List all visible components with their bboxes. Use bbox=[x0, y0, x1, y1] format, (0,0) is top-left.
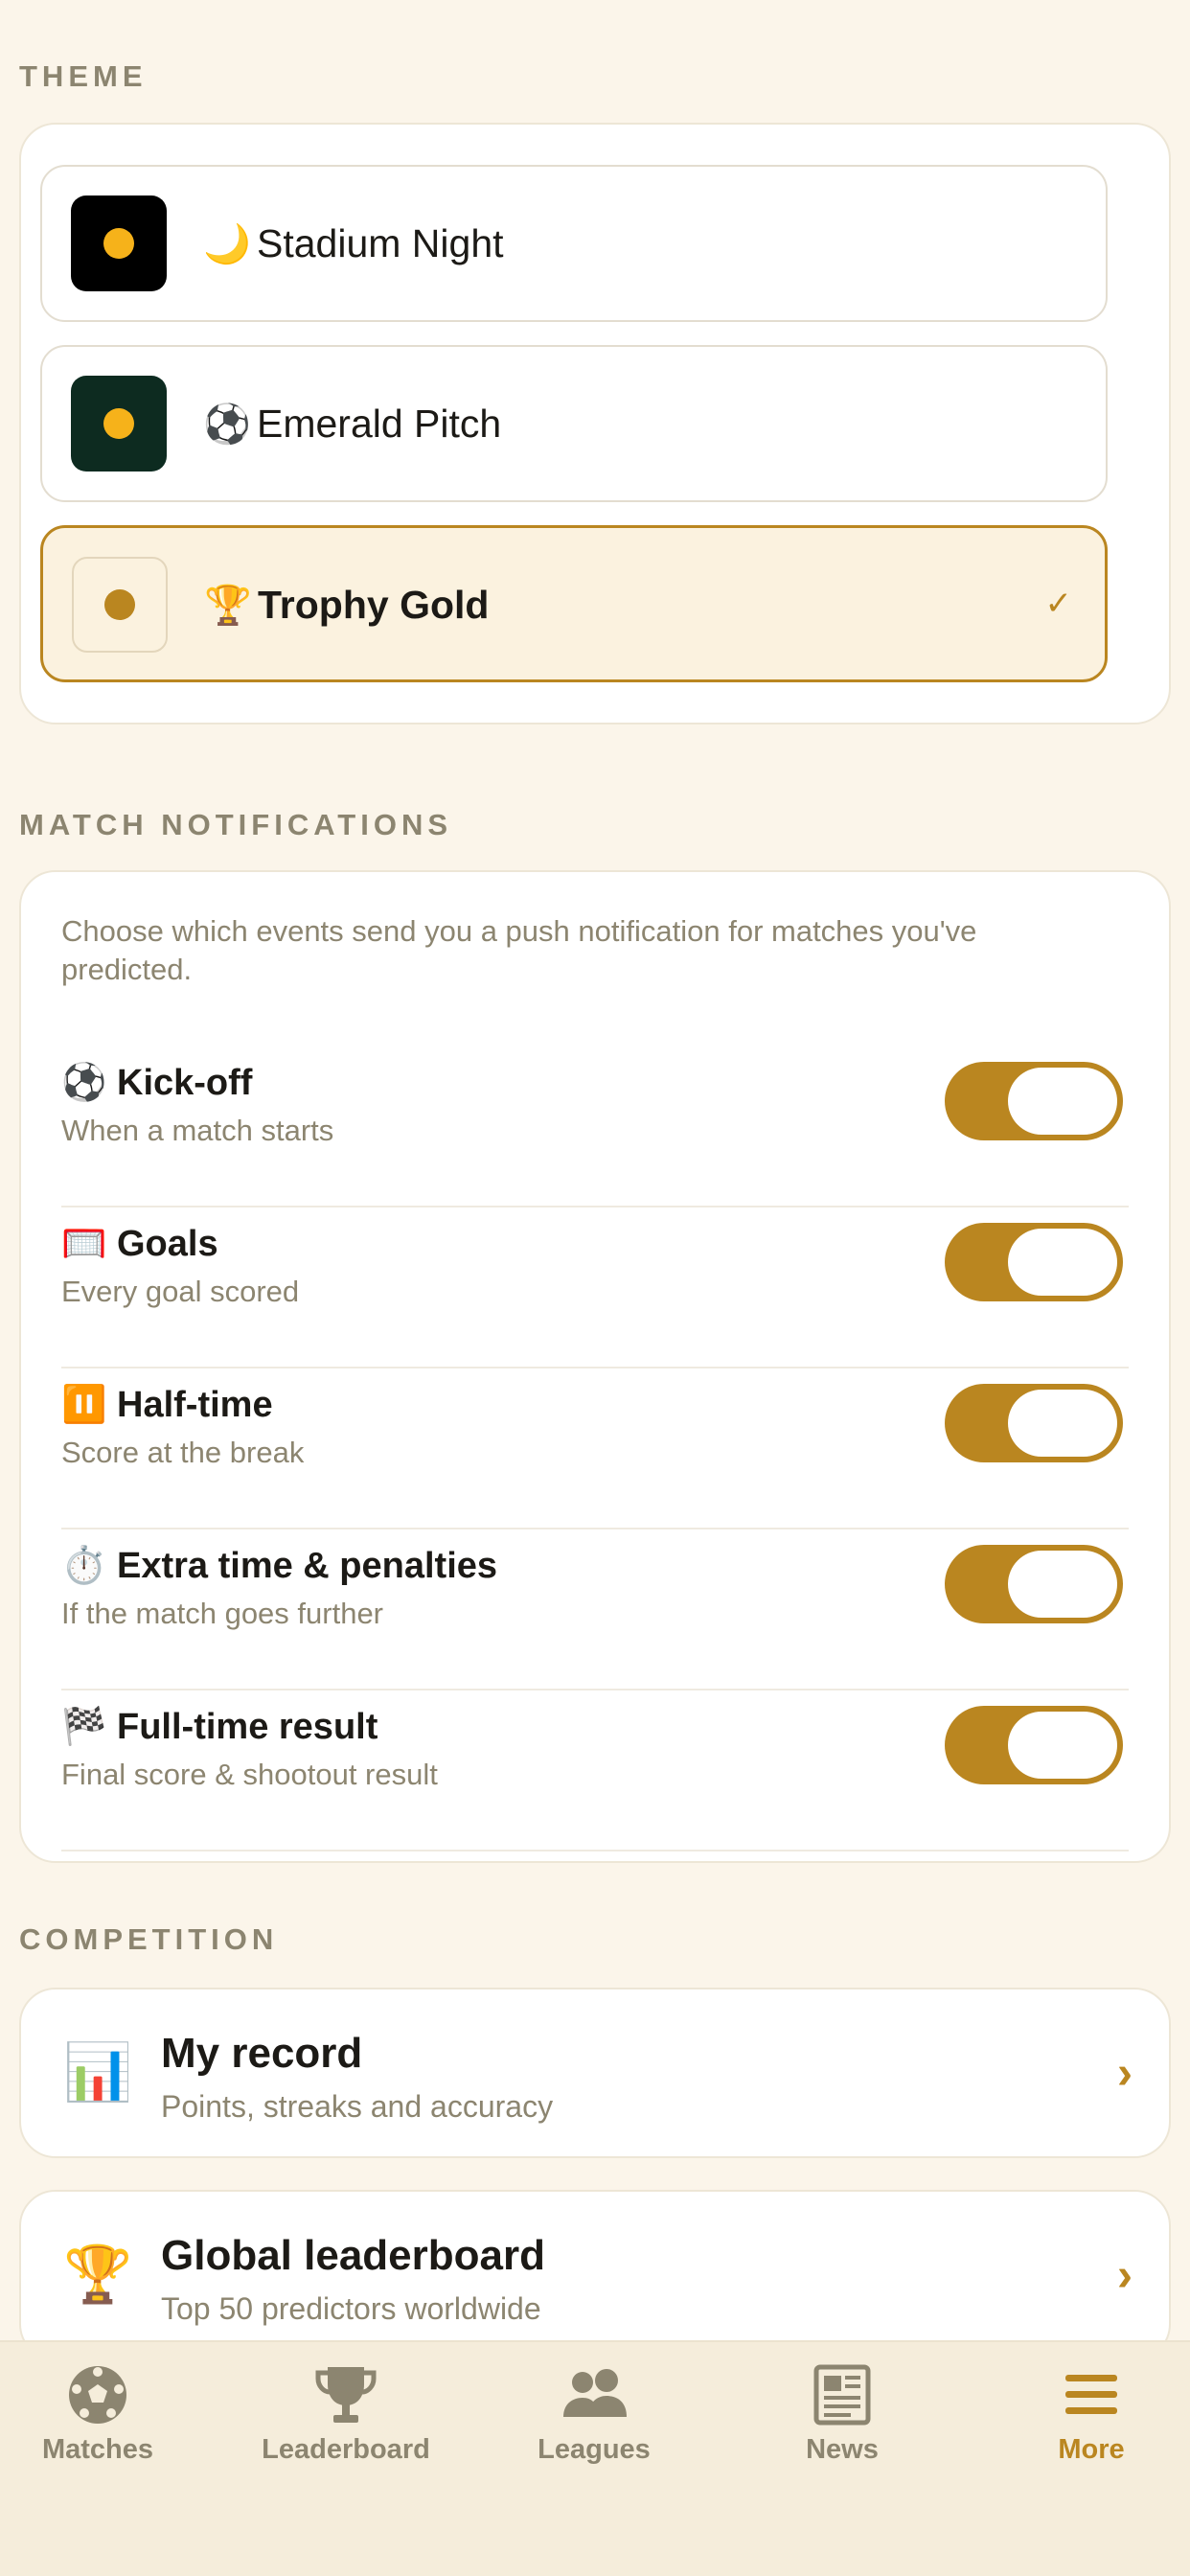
toggle-knob bbox=[1008, 1390, 1117, 1457]
notification-subtitle: If the match goes further bbox=[61, 1597, 384, 1630]
menu-icon bbox=[1065, 2375, 1117, 2414]
theme-option-emerald-pitch[interactable]: ⚽ Emerald Pitch bbox=[40, 345, 1108, 502]
pause-icon: ⏸️ bbox=[61, 1385, 107, 1425]
notification-row-goals: 🥅 Goals Every goal scored bbox=[61, 1208, 1129, 1368]
people-icon bbox=[563, 2369, 627, 2417]
soccer-ball-icon: ⚽ bbox=[203, 402, 251, 446]
toggle-knob bbox=[1008, 1551, 1117, 1618]
bottom-nav: Matches Leaderboard Leagues News More bbox=[0, 2340, 1190, 2576]
swatch-dot bbox=[104, 589, 135, 620]
nav-item-news[interactable]: News bbox=[737, 2363, 948, 2497]
card-title: Global leaderboard bbox=[161, 2232, 545, 2279]
theme-option-label: Stadium Night bbox=[257, 220, 504, 265]
notification-subtitle: Score at the break bbox=[61, 1436, 305, 1469]
halftime-toggle[interactable] bbox=[945, 1384, 1123, 1462]
trophy-icon: 🏆 bbox=[204, 584, 252, 627]
notification-row-halftime: ⏸️ Half-time Score at the break bbox=[61, 1368, 1129, 1530]
notification-row-full-time: 🏁 Full-time result Final score & shootout… bbox=[61, 1690, 1129, 1852]
stopwatch-icon: ⏱️ bbox=[61, 1546, 107, 1586]
checkmark-icon: ✓ bbox=[1044, 586, 1073, 622]
goal-net-icon: 🥅 bbox=[61, 1224, 107, 1264]
card-title: My record bbox=[161, 2030, 363, 2077]
notifications-section-title: MATCH NOTIFICATIONS bbox=[19, 808, 453, 841]
theme-option-label: Emerald Pitch bbox=[257, 401, 502, 446]
global-leaderboard-card[interactable]: 🏆 Global leaderboard Top 50 predictors w… bbox=[19, 2190, 1171, 2360]
theme-option-trophy-gold[interactable]: 🏆 Trophy Gold ✓ bbox=[40, 525, 1108, 682]
nav-item-matches[interactable]: Matches bbox=[0, 2363, 203, 2497]
theme-option-stadium-night[interactable]: 🌙 Stadium Night bbox=[40, 165, 1108, 322]
swatch-dot bbox=[103, 228, 134, 259]
notification-title: Extra time & penalties bbox=[117, 1546, 498, 1586]
notification-row-kickoff: ⚽ Kick-off When a match starts bbox=[61, 1046, 1129, 1208]
nav-label: Leaderboard bbox=[262, 2434, 430, 2465]
theme-section-title: THEME bbox=[19, 59, 148, 93]
soccer-ball-icon bbox=[69, 2366, 126, 2424]
trophy-icon: 🏆 bbox=[63, 2243, 133, 2306]
card-subtitle: Top 50 predictors worldwide bbox=[161, 2291, 541, 2326]
notification-title: Half-time bbox=[117, 1385, 273, 1425]
nav-label: Leagues bbox=[538, 2434, 651, 2465]
theme-swatch bbox=[71, 196, 167, 291]
card-subtitle: Points, streaks and accuracy bbox=[161, 2089, 554, 2124]
full-time-toggle[interactable] bbox=[945, 1706, 1123, 1784]
goals-toggle[interactable] bbox=[945, 1223, 1123, 1301]
nav-label: More bbox=[1058, 2434, 1125, 2465]
nav-item-leagues[interactable]: Leagues bbox=[489, 2363, 699, 2497]
checkered-flag-icon: 🏁 bbox=[61, 1707, 107, 1747]
notification-title: Full-time result bbox=[117, 1707, 378, 1747]
notification-title: Kick-off bbox=[117, 1063, 253, 1103]
kickoff-toggle[interactable] bbox=[945, 1062, 1123, 1140]
notifications-description: Choose which events send you a push noti… bbox=[61, 914, 977, 986]
nav-item-more[interactable]: More bbox=[986, 2363, 1190, 2497]
chevron-right-icon: › bbox=[1117, 2047, 1133, 2099]
notification-subtitle: Every goal scored bbox=[61, 1275, 300, 1308]
nav-label: News bbox=[806, 2434, 879, 2465]
theme-swatch bbox=[72, 557, 168, 653]
soccer-ball-icon: ⚽ bbox=[61, 1063, 107, 1103]
newspaper-icon bbox=[813, 2364, 871, 2426]
bar-chart-icon: 📊 bbox=[63, 2041, 133, 2104]
theme-option-label: Trophy Gold bbox=[258, 582, 490, 627]
toggle-knob bbox=[1008, 1712, 1117, 1779]
extra-time-toggle[interactable] bbox=[945, 1545, 1123, 1623]
trophy-icon bbox=[315, 2367, 377, 2423]
competition-section-title: COMPETITION bbox=[19, 1922, 279, 1956]
toggle-knob bbox=[1008, 1068, 1117, 1135]
notification-subtitle: Final score & shootout result bbox=[61, 1758, 438, 1791]
nav-item-leaderboard[interactable]: Leaderboard bbox=[240, 2363, 451, 2497]
theme-swatch bbox=[71, 376, 167, 472]
toggle-knob bbox=[1008, 1229, 1117, 1296]
notification-subtitle: When a match starts bbox=[61, 1114, 334, 1147]
notification-title: Goals bbox=[117, 1224, 218, 1264]
moon-icon: 🌙 bbox=[203, 222, 251, 265]
my-record-card[interactable]: 📊 My record Points, streaks and accuracy… bbox=[19, 1988, 1171, 2158]
swatch-dot bbox=[103, 408, 134, 439]
notification-row-extra-time: ⏱️ Extra time & penalties If the match go… bbox=[61, 1530, 1129, 1690]
nav-label: Matches bbox=[41, 2434, 154, 2465]
chevron-right-icon: › bbox=[1117, 2249, 1133, 2301]
